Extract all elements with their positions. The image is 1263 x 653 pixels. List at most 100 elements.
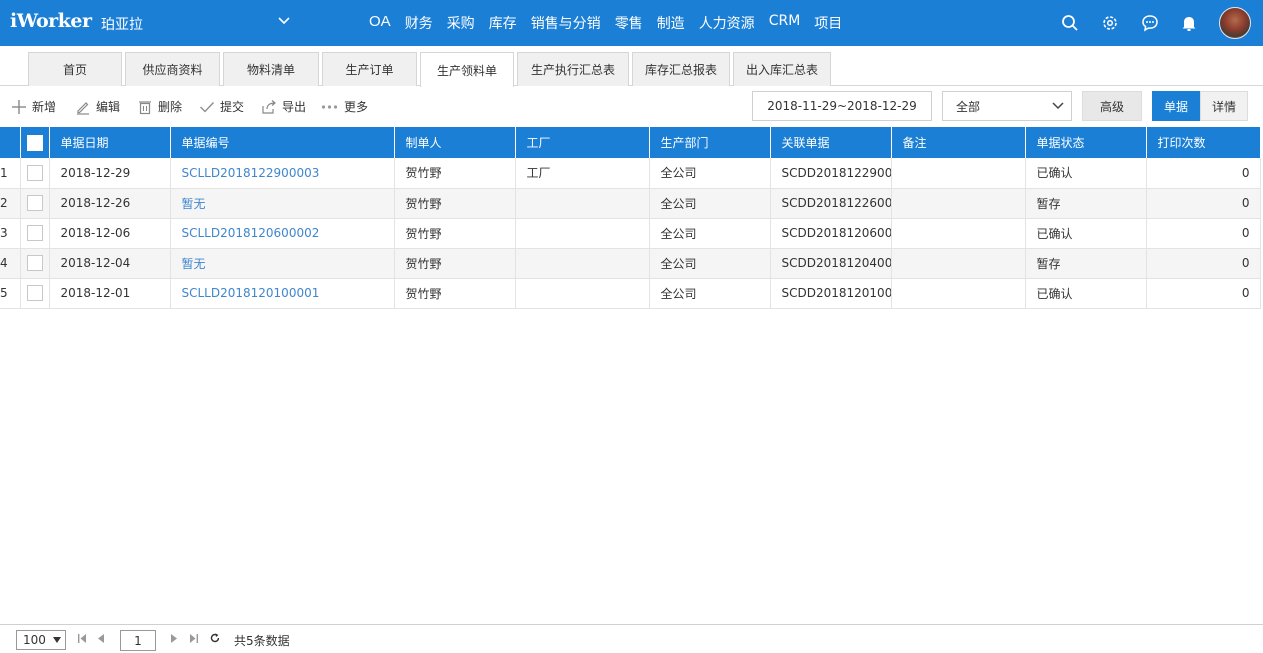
cell-dept: 全公司 <box>649 278 771 309</box>
bell-icon[interactable] <box>1180 14 1198 32</box>
cell-remark <box>891 158 1026 189</box>
view-document-button[interactable]: 单据 <box>1152 91 1200 121</box>
view-detail-button[interactable]: 详情 <box>1200 91 1248 121</box>
header-factory[interactable]: 工厂 <box>515 127 650 158</box>
plus-icon <box>12 99 26 114</box>
cell-related: SCDD20181206000 <box>770 218 892 249</box>
table-row[interactable]: 4 2018-12-04 暂无 贺竹野 全公司 SCDD20181204000 … <box>0 248 1261 279</box>
header-prints[interactable]: 打印次数 <box>1146 127 1261 158</box>
chat-icon[interactable] <box>1141 14 1159 32</box>
check-icon <box>200 101 214 112</box>
prev-page-icon[interactable] <box>98 634 104 643</box>
export-button[interactable]: 导出 <box>261 98 306 115</box>
header-select-all[interactable] <box>20 127 50 158</box>
user-avatar[interactable] <box>1219 7 1251 39</box>
document-number-link[interactable]: SCLLD2018120100001 <box>182 286 320 300</box>
nav-item-hr[interactable]: 人力资源 <box>699 13 755 33</box>
tab-supplier[interactable]: 供应商资料 <box>125 52 220 86</box>
cell-remark <box>891 248 1026 279</box>
nav-item-retail[interactable]: 零售 <box>615 13 643 33</box>
cell-creator: 贺竹野 <box>394 218 516 249</box>
submit-button[interactable]: 提交 <box>199 98 244 115</box>
row-checkbox[interactable] <box>26 255 43 271</box>
nav-item-crm[interactable]: CRM <box>769 13 801 33</box>
header-index <box>0 127 21 158</box>
header-dept[interactable]: 生产部门 <box>649 127 771 158</box>
row-select[interactable] <box>20 218 50 249</box>
cell-creator: 贺竹野 <box>394 248 516 279</box>
cell-number: SCLLD2018122900003 <box>170 158 395 189</box>
document-number-link[interactable]: 暂无 <box>182 257 206 271</box>
row-select[interactable] <box>20 188 50 219</box>
tab-io-summary[interactable]: 出入库汇总表 <box>733 52 831 86</box>
toolbar: 新增 编辑 删除 提交 导出 更多 <box>0 87 1263 125</box>
nav-item-oa[interactable]: OA <box>369 13 391 33</box>
row-index: 1 <box>0 158 21 189</box>
cell-creator: 贺竹野 <box>394 188 516 219</box>
cell-prints: 0 <box>1146 188 1261 219</box>
cell-related: SCDD20181204000 <box>770 248 892 279</box>
refresh-icon[interactable] <box>210 633 220 643</box>
tab-home[interactable]: 首页 <box>28 52 122 86</box>
cell-factory: 工厂 <box>515 158 650 189</box>
next-page-icon[interactable] <box>171 634 177 643</box>
nav-item-manufacturing[interactable]: 制造 <box>657 13 685 33</box>
page-number-input[interactable]: 1 <box>120 630 156 651</box>
cell-remark <box>891 278 1026 309</box>
settings-icon[interactable] <box>1101 14 1119 32</box>
row-select[interactable] <box>20 158 50 189</box>
header-related[interactable]: 关联单据 <box>770 127 892 158</box>
delete-label: 删除 <box>158 100 183 114</box>
tab-material-requisition[interactable]: 生产领料单 <box>420 52 514 87</box>
more-label: 更多 <box>344 100 369 114</box>
app-logo[interactable]: iWorker <box>10 10 92 32</box>
nav-item-finance[interactable]: 财务 <box>405 13 433 33</box>
row-checkbox[interactable] <box>26 164 43 181</box>
pagination-bar: 100 1 共5条数据 <box>0 624 1263 653</box>
table-row[interactable]: 3 2018-12-06 SCLLD2018120600002 贺竹野 全公司 … <box>0 218 1261 249</box>
cell-number: 暂无 <box>170 188 395 219</box>
document-number-link[interactable]: SCLLD2018120600002 <box>182 226 320 240</box>
search-icon[interactable] <box>1061 14 1079 32</box>
row-checkbox[interactable] <box>26 285 43 301</box>
nav-item-inventory[interactable]: 库存 <box>489 13 517 33</box>
chevron-down-icon[interactable] <box>1051 99 1065 113</box>
cell-status: 暂存 <box>1025 248 1147 279</box>
table-row[interactable]: 1 2018-12-29 SCLLD2018122900003 贺竹野 工厂 全… <box>0 158 1261 189</box>
tab-bom[interactable]: 物料清单 <box>223 52 319 86</box>
document-number-link[interactable]: SCLLD2018122900003 <box>182 166 320 180</box>
header-date[interactable]: 单据日期 <box>49 127 171 158</box>
chevron-down-icon[interactable] <box>277 14 291 28</box>
table-row[interactable]: 2 2018-12-26 暂无 贺竹野 全公司 SCDD20181226000 … <box>0 188 1261 219</box>
delete-button[interactable]: 删除 <box>137 98 182 115</box>
tab-production-summary[interactable]: 生产执行汇总表 <box>517 52 629 86</box>
document-number-link[interactable]: 暂无 <box>182 197 206 211</box>
last-page-icon[interactable] <box>190 634 198 643</box>
header-creator[interactable]: 制单人 <box>394 127 516 158</box>
company-name[interactable]: 珀亚拉 <box>101 14 143 34</box>
row-select[interactable] <box>20 278 50 309</box>
select-all-checkbox[interactable] <box>26 134 43 151</box>
nav-item-project[interactable]: 项目 <box>814 13 842 33</box>
cell-factory <box>515 248 650 279</box>
advanced-search-button[interactable]: 高级 <box>1082 91 1142 121</box>
nav-item-sales[interactable]: 销售与分销 <box>531 13 601 33</box>
more-button[interactable]: 更多 <box>321 98 368 115</box>
add-button[interactable]: 新增 <box>11 98 56 115</box>
cell-related: SCDD20181226000 <box>770 188 892 219</box>
tab-inventory-report[interactable]: 库存汇总报表 <box>632 52 730 86</box>
row-select[interactable] <box>20 248 50 279</box>
row-checkbox[interactable] <box>26 225 43 241</box>
edit-button[interactable]: 编辑 <box>75 98 120 115</box>
date-range-input[interactable]: 2018-11-29~2018-12-29 <box>752 91 932 121</box>
first-page-icon[interactable] <box>78 634 86 643</box>
header-remark[interactable]: 备注 <box>891 127 1026 158</box>
nav-item-purchase[interactable]: 采购 <box>447 13 475 33</box>
page-size-select[interactable]: 100 <box>16 630 66 650</box>
table-row[interactable]: 5 2018-12-01 SCLLD2018120100001 贺竹野 全公司 … <box>0 278 1261 309</box>
header-status[interactable]: 单据状态 <box>1025 127 1147 158</box>
tab-bar: 首页 供应商资料 物料清单 生产订单 生产领料单 生产执行汇总表 库存汇总报表 … <box>0 46 1263 87</box>
row-checkbox[interactable] <box>26 195 43 211</box>
header-number[interactable]: 单据编号 <box>170 127 395 158</box>
tab-production-order[interactable]: 生产订单 <box>322 52 417 86</box>
